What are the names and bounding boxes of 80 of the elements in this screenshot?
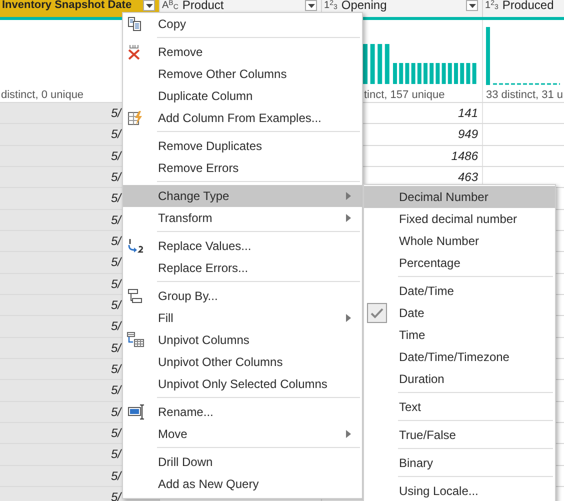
menu-item[interactable]: Remove (123, 41, 362, 63)
column-stats: 33 distinct, 31 u (486, 89, 564, 101)
menu-item[interactable]: Text (364, 396, 555, 418)
menu-item[interactable]: Transform (123, 207, 362, 229)
table-cell: 5/ (110, 298, 121, 312)
menu-item[interactable]: Unpivot Only Selected Columns (123, 373, 362, 395)
table-cell: 5/ (110, 127, 121, 142)
delete-icon (127, 44, 141, 60)
table-cell: 463 (458, 170, 478, 184)
table-cell: 5/ (110, 319, 121, 334)
filter-dropdown-button[interactable] (143, 0, 155, 11)
table-cell: 5/ (110, 234, 121, 248)
table-cell: 5/ (110, 404, 121, 419)
table-cell: 949 (458, 127, 478, 142)
table-cell: 5/ (110, 468, 121, 483)
table-cell: 5/ (110, 340, 121, 355)
menu-item[interactable]: Remove Other Columns (123, 63, 362, 85)
menu-item[interactable]: Add Column From Examples... (123, 107, 362, 129)
column-stats: tinct, 157 unique (364, 89, 445, 101)
menu-item[interactable]: Replace Errors... (123, 257, 362, 279)
menu-item[interactable]: Rename... (123, 401, 362, 423)
table-cell: 5/ (110, 426, 121, 440)
rename-icon (127, 404, 145, 420)
menu-item[interactable]: Unpivot Columns (123, 329, 362, 351)
menu-item[interactable]: Whole Number (364, 230, 555, 252)
table-cell: 5/ (110, 383, 121, 398)
menu-item[interactable]: Unpivot Other Columns (123, 351, 362, 373)
menu-item[interactable]: Remove Errors (123, 157, 362, 179)
table-cell: 5/ (110, 170, 121, 184)
caret-icon (468, 4, 476, 8)
table-cell: 5/ (110, 447, 121, 462)
table-cell: 141 (458, 106, 478, 120)
table-cell: 5/ (110, 255, 121, 270)
menu-item[interactable]: Add as New Query (123, 473, 362, 495)
table-cell: 5/ (110, 106, 121, 120)
menu-item[interactable]: Replace Values... (123, 235, 362, 257)
menu-item[interactable]: True/False (364, 424, 555, 446)
menu-item[interactable]: Time (364, 324, 555, 346)
menu-item[interactable]: Duration (364, 368, 555, 390)
submenu-arrow-icon (346, 430, 351, 438)
menu-item[interactable]: Change Type (123, 185, 362, 207)
caret-icon (146, 4, 152, 8)
menu-item[interactable]: Date (364, 302, 555, 324)
column-header[interactable]: Inventory Snapshot Date (0, 0, 160, 17)
table-cell: 5/ (110, 490, 121, 501)
menu-item[interactable]: Date/Time (364, 280, 555, 302)
submenu-arrow-icon (346, 214, 351, 222)
caret-icon (308, 4, 314, 8)
menu-item[interactable]: Percentage (364, 252, 555, 274)
copy-icon (127, 16, 143, 32)
table-cell: 5/ (110, 148, 121, 163)
menu-item[interactable]: Decimal Number (364, 186, 555, 208)
menu-item[interactable]: Using Locale... (364, 480, 555, 501)
column-name: Product (182, 0, 224, 11)
replace-values-icon (127, 238, 145, 254)
table-cell: 5/ (110, 212, 121, 227)
column-lightning-icon (127, 110, 143, 126)
column-name: Opening (341, 0, 387, 11)
menu-item[interactable]: Group By... (123, 285, 362, 307)
filter-dropdown-button[interactable] (305, 0, 317, 11)
menu-item[interactable]: Date/Time/Timezone (364, 346, 555, 368)
column-stats: distinct, 0 unique (1, 89, 84, 101)
submenu-arrow-icon (346, 192, 351, 200)
submenu-arrow-icon (346, 314, 351, 322)
filter-dropdown-button[interactable] (466, 0, 478, 11)
group-by-icon (127, 288, 143, 304)
unpivot-icon (127, 332, 144, 348)
menu-item[interactable]: Fixed decimal number (364, 208, 555, 230)
table-cell: 5/ (110, 362, 121, 376)
menu-item[interactable]: Duplicate Column (123, 85, 362, 107)
table-cell: 5/ (110, 276, 121, 291)
table-cell: 5/ (110, 191, 121, 206)
menu-item[interactable]: Drill Down (123, 451, 362, 473)
column-name: Inventory Snapshot Date (2, 0, 132, 11)
menu-item[interactable]: Move (123, 423, 362, 445)
table-cell: 1486 (451, 148, 478, 163)
column-name: Produced (502, 0, 554, 11)
menu-item[interactable]: Fill (123, 307, 362, 329)
menu-item[interactable]: Remove Duplicates (123, 135, 362, 157)
menu-item[interactable]: Binary (364, 452, 555, 474)
